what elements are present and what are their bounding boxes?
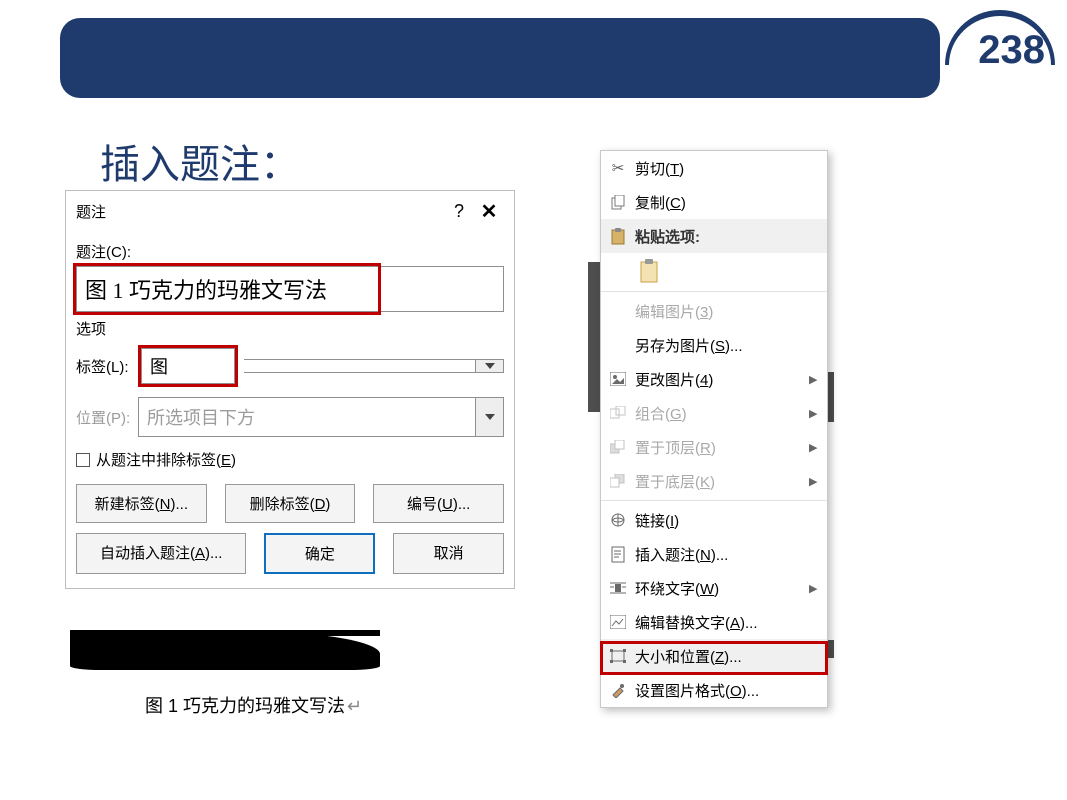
- paste-keep-source-icon: [639, 258, 663, 284]
- chevron-down-icon: [485, 363, 495, 369]
- position-combo-dropdown[interactable]: [476, 397, 504, 437]
- ctx-edit-picture: 编辑图片(3): [601, 294, 827, 328]
- cut-icon: ✂: [601, 159, 635, 177]
- caption-input[interactable]: 图 1 巧克力的玛雅文写法: [76, 266, 504, 312]
- example-image-placeholder: [70, 630, 380, 670]
- separator: [601, 500, 827, 501]
- dialog-titlebar: 题注 ? ✕: [66, 191, 514, 232]
- label-combo-rest[interactable]: [244, 359, 504, 373]
- caption-input-wrap: 图 1 巧克力的玛雅文写法: [76, 266, 504, 312]
- format-picture-icon: [601, 682, 635, 698]
- submenu-arrow-icon: ▶: [809, 441, 827, 454]
- slide-header-bar: [60, 18, 940, 98]
- send-back-icon: [601, 474, 635, 488]
- auto-caption-button[interactable]: 自动插入题注(A)...: [76, 533, 246, 574]
- highlight-red-label: 图: [138, 345, 238, 387]
- submenu-arrow-icon: ▶: [809, 407, 827, 420]
- ctx-send-to-back: 置于底层(K) ▶: [601, 464, 827, 498]
- label-combo-dropdown[interactable]: [476, 359, 504, 373]
- caption-dialog: 题注 ? ✕ 题注(C): 图 1 巧克力的玛雅文写法 选项 标签(L): 图 …: [65, 190, 515, 589]
- delete-label-button[interactable]: 删除标签(D): [225, 484, 356, 523]
- ctx-size-and-position[interactable]: 大小和位置(Z)...: [601, 639, 827, 673]
- ctx-copy[interactable]: 复制(C): [601, 185, 827, 219]
- submenu-arrow-icon: ▶: [809, 475, 827, 488]
- exclude-label-text: 从题注中排除标签(E): [96, 449, 236, 470]
- close-button[interactable]: ✕: [474, 199, 504, 224]
- ctx-change-picture[interactable]: 更改图片(4) ▶: [601, 362, 827, 396]
- example-caption-text: 图 1 巧克力的玛雅文写法↵: [145, 692, 362, 718]
- slide-title: 插入题注：: [100, 132, 300, 190]
- button-row-1: 新建标签(N)... 删除标签(D) 编号(U)...: [76, 484, 504, 523]
- label-field-label: 标签(L):: [76, 356, 132, 377]
- context-menu: ✂ 剪切(T) 复制(C) 粘贴选项: 编辑图片(3) 另存为图片(S)... …: [600, 150, 828, 708]
- label-combo-value[interactable]: 图: [141, 348, 235, 384]
- options-header: 选项: [76, 318, 504, 339]
- paragraph-mark-icon: ↵: [347, 696, 362, 716]
- alt-text-icon: [601, 615, 635, 629]
- change-picture-icon: [601, 372, 635, 386]
- separator: [601, 291, 827, 292]
- ctx-paste-option-item[interactable]: [601, 253, 827, 289]
- link-icon: [601, 512, 635, 528]
- page-number: 238: [978, 28, 1045, 73]
- ctx-cut[interactable]: ✂ 剪切(T): [601, 151, 827, 185]
- submenu-arrow-icon: ▶: [809, 373, 827, 386]
- caption-field-label: 题注(C):: [76, 241, 504, 262]
- submenu-arrow-icon: ▶: [809, 582, 827, 595]
- group-icon: [601, 406, 635, 420]
- bring-front-icon: [601, 440, 635, 454]
- exclude-label-checkbox-row[interactable]: 从题注中排除标签(E): [76, 449, 504, 470]
- position-row: 位置(P): 所选项目下方: [76, 397, 504, 437]
- size-position-icon: [601, 649, 635, 663]
- button-row-2: 自动插入题注(A)... 确定 取消: [76, 533, 504, 574]
- ctx-paste-options-header: 粘贴选项:: [601, 219, 827, 253]
- checkbox-icon: [76, 453, 90, 467]
- ctx-bring-to-front: 置于顶层(R) ▶: [601, 430, 827, 464]
- copy-icon: [601, 195, 635, 210]
- insert-caption-icon: [601, 546, 635, 563]
- ctx-edit-alt-text[interactable]: 编辑替换文字(A)...: [601, 605, 827, 639]
- ctx-format-picture[interactable]: 设置图片格式(O)...: [601, 673, 827, 707]
- ctx-group: 组合(G) ▶: [601, 396, 827, 430]
- help-button[interactable]: ?: [444, 201, 474, 222]
- paste-icon: [601, 228, 635, 245]
- ctx-save-as-picture[interactable]: 另存为图片(S)...: [601, 328, 827, 362]
- label-row: 标签(L): 图: [76, 345, 504, 387]
- position-combo-value: 所选项目下方: [138, 397, 476, 437]
- cancel-button[interactable]: 取消: [393, 533, 504, 574]
- new-label-button[interactable]: 新建标签(N)...: [76, 484, 207, 523]
- position-combo[interactable]: 所选项目下方: [138, 397, 504, 437]
- wrap-text-icon: [601, 581, 635, 595]
- chevron-down-icon: [485, 414, 495, 420]
- position-field-label: 位置(P):: [76, 407, 132, 428]
- ok-button[interactable]: 确定: [264, 533, 375, 574]
- ctx-link[interactable]: 链接(I): [601, 503, 827, 537]
- numbering-button[interactable]: 编号(U)...: [373, 484, 504, 523]
- dialog-title: 题注: [76, 201, 444, 222]
- ctx-insert-caption[interactable]: 插入题注(N)...: [601, 537, 827, 571]
- ctx-wrap-text[interactable]: 环绕文字(W) ▶: [601, 571, 827, 605]
